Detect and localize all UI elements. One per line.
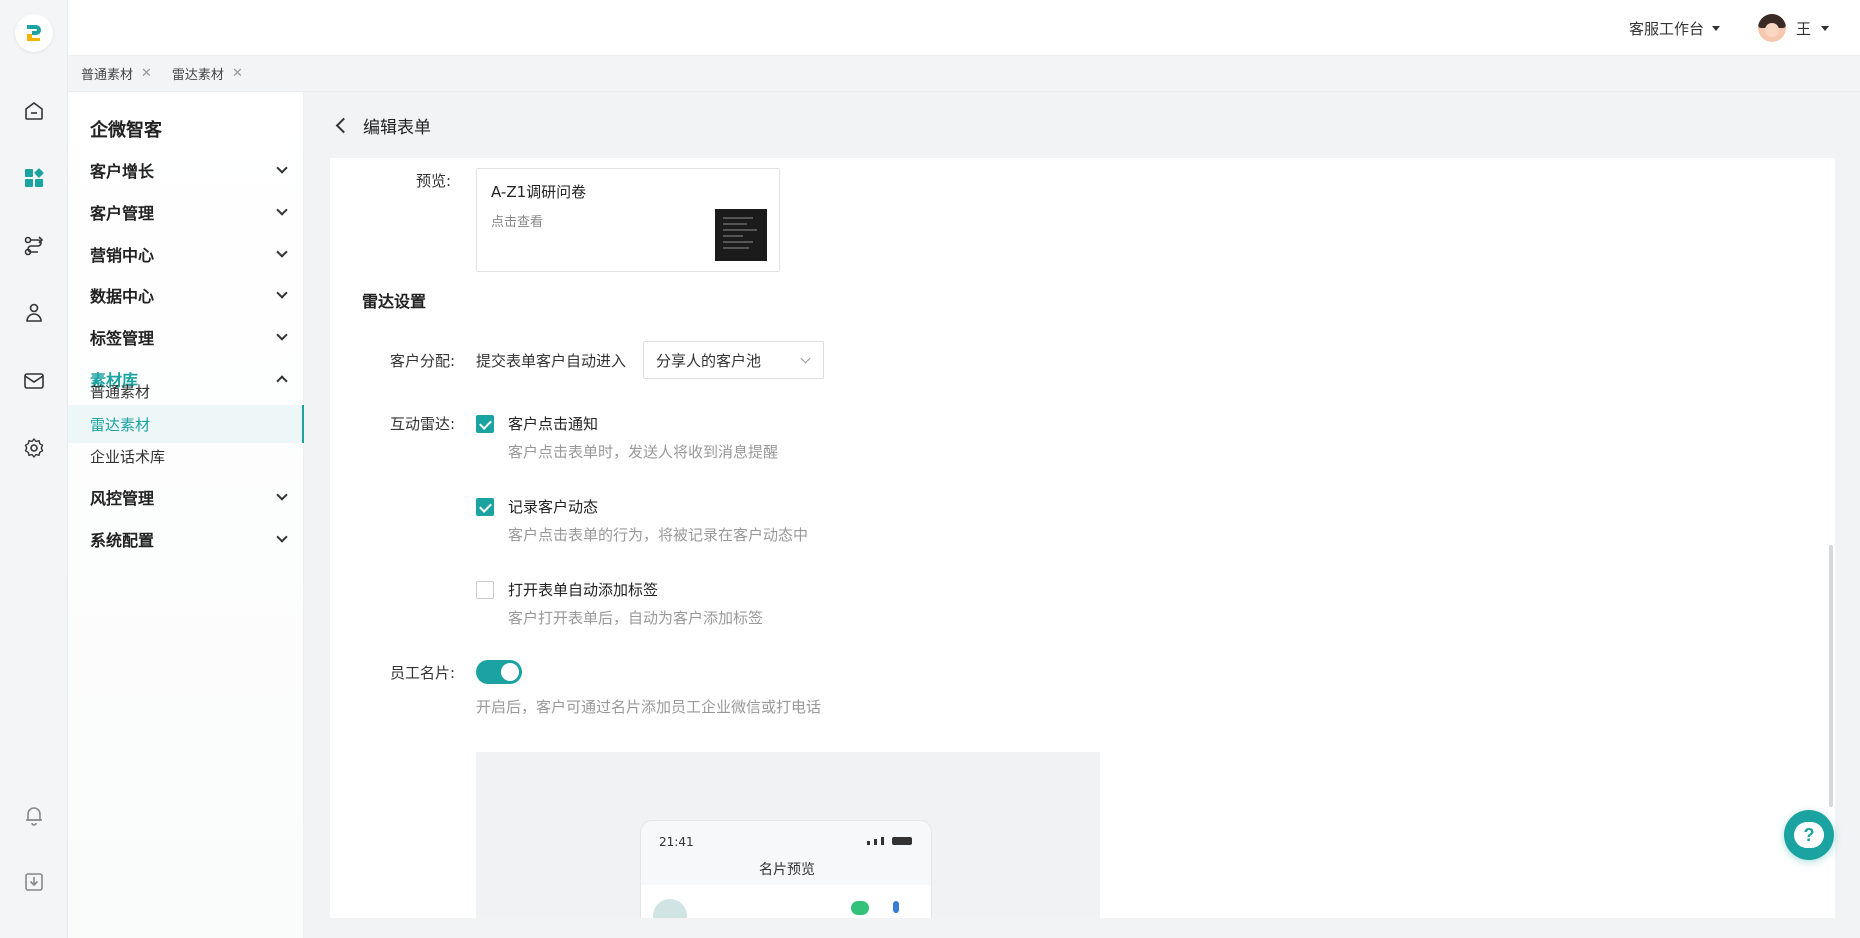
app-logo[interactable] [15, 14, 53, 52]
customer-icon[interactable] [18, 297, 50, 329]
chevron-down-icon [276, 162, 288, 174]
staff-card-toggle[interactable] [476, 660, 522, 684]
menu-group-label: 风控管理 [90, 489, 155, 508]
chevron-down-icon [276, 246, 288, 258]
settings-icon[interactable] [18, 432, 50, 464]
menu-group-data-center[interactable]: 数据中心 [68, 275, 304, 315]
caret-down-icon [1712, 26, 1721, 31]
chevron-down-icon [276, 531, 288, 543]
signal-icon [867, 837, 912, 845]
close-icon[interactable]: ✕ [141, 66, 152, 81]
menu-group-label: 营销中心 [90, 246, 155, 265]
menu-group-system-config[interactable]: 系统配置 [68, 519, 304, 559]
menu-item-label: 企业话术库 [90, 447, 166, 466]
record-activity-hint: 客户点击表单的行为，将被记录在客户动态中 [508, 526, 809, 544]
tab-normal-material[interactable]: 普通素材 ✕ [81, 64, 152, 83]
menu-group-marketing[interactable]: 营销中心 [68, 234, 304, 274]
record-activity-label[interactable]: 记录客户动态 [508, 496, 598, 517]
phone-title: 名片预览 [759, 862, 815, 878]
close-icon[interactable]: ✕ [232, 66, 243, 81]
menu-group-customer-management[interactable]: 客户管理 [68, 192, 304, 232]
tab-radar-material[interactable]: 雷达素材 ✕ [172, 64, 243, 83]
page-title: 编辑表单 [363, 117, 431, 138]
workspace-label: 客服工作台 [1629, 20, 1705, 38]
click-notify-hint: 客户点击表单时，发送人将收到消息提醒 [508, 443, 779, 461]
phone-icon [893, 901, 899, 913]
bell-icon[interactable] [18, 799, 50, 831]
page-header: 编辑表单 [304, 92, 1860, 158]
chevron-down-icon [276, 489, 288, 501]
chevron-down-icon [276, 329, 288, 341]
preview-title: A-Z1调研问卷 [491, 183, 587, 201]
menu-item-label: 普通素材 [90, 382, 151, 401]
main-content: 编辑表单 预览: A-Z1调研问卷 点击查看 雷达设置 客户分配: 提交表单客户… [304, 92, 1860, 938]
radar-settings-title: 雷达设置 [362, 292, 427, 311]
menu-group-label: 客户增长 [90, 162, 155, 181]
side-menu: 企微智客 客户增长 客户管理 营销中心 数据中心 标签管理 素材库 普通素材 雷… [68, 92, 304, 938]
avatar [653, 899, 687, 918]
toggle-knob [501, 663, 519, 681]
chevron-down-icon [276, 204, 288, 216]
caret-down-icon [1821, 25, 1830, 31]
menu-item-label: 雷达素材 [90, 415, 151, 434]
mail-icon[interactable] [18, 365, 50, 397]
assign-label: 客户分配: [390, 352, 456, 370]
menu-group-customer-growth[interactable]: 客户增长 [68, 150, 304, 190]
tab-label: 雷达素材 [171, 68, 224, 83]
phone-mockup: 21:41 名片预览 [640, 820, 932, 918]
menu-group-label: 系统配置 [90, 531, 155, 550]
download-icon[interactable] [18, 866, 50, 898]
menu-group-label: 标签管理 [90, 329, 155, 348]
menu-group-tag-management[interactable]: 标签管理 [68, 317, 304, 357]
wechat-icon [851, 901, 869, 915]
back-icon[interactable] [335, 117, 352, 133]
help-button[interactable]: ? [1784, 810, 1834, 860]
radar-label: 互动雷达: [390, 415, 456, 433]
form-preview-card[interactable]: A-Z1调研问卷 点击查看 [476, 168, 780, 272]
card-body [641, 885, 931, 918]
app-window: 客服工作台 王 普通素材 ✕ 雷达素材 ✕ 企微智客 客户增长 客户管理 营销中… [0, 0, 1860, 938]
staff-card-label: 员工名片: [390, 664, 456, 682]
home-icon[interactable] [18, 95, 50, 127]
click-notify-checkbox[interactable] [476, 415, 494, 433]
menu-group-risk-control[interactable]: 风控管理 [68, 477, 304, 517]
flow-icon[interactable] [18, 230, 50, 262]
preview-label: 预览: [416, 172, 452, 190]
assign-text: 提交表单客户自动进入 [476, 352, 627, 370]
apps-icon[interactable] [18, 162, 50, 194]
form-card: 预览: A-Z1调研问卷 点击查看 雷达设置 客户分配: 提交表单客户自动进入 … [330, 158, 1835, 918]
preview-thumbnail [715, 209, 767, 261]
logo-icon [27, 25, 41, 41]
tab-bar: 普通素材 ✕ 雷达素材 ✕ [68, 56, 1860, 92]
record-activity-checkbox[interactable] [476, 498, 494, 516]
menu-group-label: 数据中心 [90, 287, 155, 306]
phone-time: 21:41 [659, 835, 694, 849]
auto-tag-hint: 客户打开表单后，自动为客户添加标签 [508, 609, 764, 627]
staff-card-hint: 开启后，客户可通过名片添加员工企业微信或打电话 [476, 698, 822, 716]
menu-group-label: 客户管理 [90, 204, 155, 223]
select-value: 分享人的客户池 [656, 351, 762, 370]
top-header: 客服工作台 王 [68, 0, 1860, 56]
workspace-switcher[interactable]: 客服工作台 [1629, 18, 1721, 39]
user-menu[interactable]: 王 [1758, 14, 1830, 42]
customer-pool-select[interactable]: 分享人的客户池 [643, 341, 824, 379]
auto-tag-label[interactable]: 打开表单自动添加标签 [508, 579, 658, 600]
icon-rail [0, 0, 68, 938]
menu-item-script-library[interactable]: 企业话术库 [68, 437, 304, 475]
menu-title: 企微智客 [90, 120, 162, 141]
user-name: 王 [1796, 19, 1812, 38]
tab-label: 普通素材 [81, 68, 134, 83]
auto-tag-checkbox[interactable] [476, 581, 494, 599]
question-icon: ? [1794, 822, 1824, 848]
scrollbar[interactable] [1829, 545, 1833, 807]
chevron-down-icon [276, 287, 288, 299]
preview-subtitle: 点击查看 [491, 215, 544, 230]
chevron-down-icon [800, 353, 811, 363]
click-notify-label[interactable]: 客户点击通知 [508, 413, 598, 434]
card-preview-area: 21:41 名片预览 [476, 752, 1100, 918]
avatar [1758, 14, 1786, 42]
